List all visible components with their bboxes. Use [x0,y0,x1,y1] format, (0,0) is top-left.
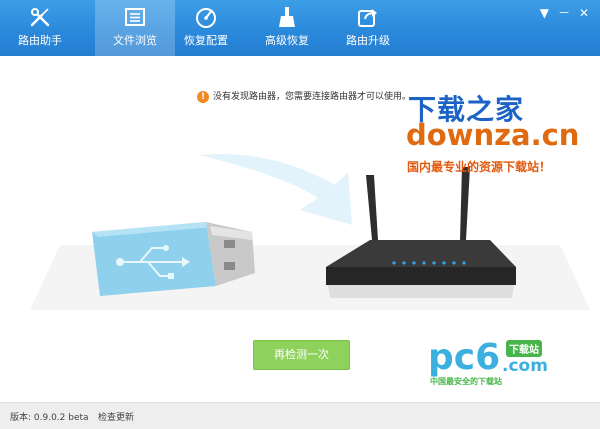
tab-label: 路由升级 [346,34,390,47]
pc6-logo-tag: 下载站 [506,340,542,357]
recheck-button[interactable]: 再检测一次 [253,340,350,370]
status-bar: 版本: 0.9.0.2 beta 检查更新 [0,402,600,429]
wrench-screwdriver-icon [30,8,50,27]
arrow-graphic [200,154,352,225]
tab-label: 恢复配置 [184,34,228,47]
window-controls: ▼ － ✕ [536,4,592,21]
tab-label: 路由助手 [18,34,62,47]
watermark-domain: downza.cn [406,118,580,152]
tab-restore-config[interactable]: 恢复配置 [166,0,246,56]
watermark-slogan: 国内最专业的资源下载站！ [407,160,552,174]
tab-file-browse[interactable]: 文件浏览 [95,0,175,56]
version-label: 版本: 0.9.0.2 beta [10,413,89,423]
pc6-logo-com: .com [502,356,548,376]
close-icon[interactable]: ✕ [576,6,592,20]
restore-gauge-icon [196,8,216,28]
tab-advanced-restore[interactable]: 高级恢复 [247,0,327,56]
minimize-icon[interactable]: － [556,4,572,21]
warning-icon: ! [197,90,209,103]
pc6-logo-main: pc6 [428,337,501,378]
check-update-link[interactable]: 检查更新 [98,410,134,423]
pc6-logo-sub: 中国最安全的下载站 [430,377,502,386]
tab-label: 高级恢复 [265,34,309,47]
router [326,167,516,298]
menu-dropdown-icon[interactable]: ▼ [536,6,552,20]
upgrade-arrow-icon [358,9,377,27]
tab-label: 文件浏览 [113,34,157,47]
broom-icon [279,7,295,27]
notice-text: 没有发现路由器，您需要连接路由器才可以使用。 [213,92,412,102]
tab-router-assistant[interactable]: 路由助手 [0,0,80,56]
title-bar: 路由助手 文件浏览 恢复配置 高级恢复 路由升级 ▼ － ✕ [0,0,600,56]
file-list-icon [125,8,145,26]
pc6-logo: pc6 下载站 .com 中国最安全的下载站 [428,337,558,387]
tab-router-upgrade[interactable]: 路由升级 [328,0,408,56]
no-router-notice: ! 没有发现路由器，您需要连接路由器才可以使用。 [197,90,411,104]
